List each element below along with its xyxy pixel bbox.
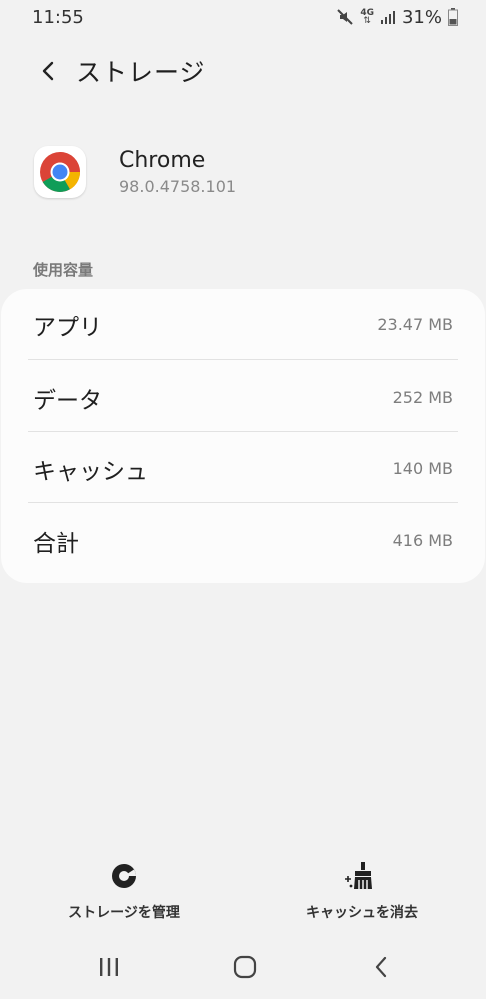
manage-storage-button[interactable]: ストレージを管理 <box>58 862 190 922</box>
row-value: 252 MB <box>392 388 453 407</box>
storage-row-app: アプリ 23.47 MB <box>28 289 458 360</box>
home-button[interactable] <box>225 950 265 984</box>
battery-percent: 31% <box>401 6 442 28</box>
home-icon <box>233 955 257 979</box>
status-icons: 4G ⇅ 31% <box>336 7 458 28</box>
manage-storage-label: ストレージを管理 <box>68 905 180 921</box>
app-bar: ストレージ <box>0 50 486 92</box>
status-time: 11:55 <box>32 6 84 28</box>
row-value: 140 MB <box>392 459 453 478</box>
storage-row-total: 合計 416 MB <box>28 505 458 576</box>
network-type-icon: 4G ⇅ <box>360 8 374 26</box>
status-bar: 11:55 4G ⇅ 31% <box>0 0 486 34</box>
app-version: 98.0.4758.101 <box>119 177 237 196</box>
bottom-actions: ストレージを管理 キャッシュを消去 <box>0 862 486 926</box>
section-label-usage: 使用容量 <box>33 261 94 279</box>
divider <box>28 359 458 360</box>
mute-icon <box>336 8 354 26</box>
broom-icon <box>345 862 372 889</box>
app-name: Chrome <box>119 148 206 173</box>
storage-row-data: データ 252 MB <box>28 362 458 433</box>
row-label: アプリ <box>33 314 102 341</box>
clear-cache-label: キャッシュを消去 <box>306 905 418 921</box>
app-info: Chrome 98.0.4758.101 <box>34 140 466 204</box>
row-value: 23.47 MB <box>377 315 453 334</box>
clear-cache-button[interactable]: キャッシュを消去 <box>292 862 432 922</box>
storage-card: アプリ 23.47 MB データ 252 MB キャッシュ 140 MB 合計 … <box>1 289 485 583</box>
row-label: 合計 <box>33 530 79 557</box>
row-label: データ <box>33 387 102 414</box>
page-title: ストレージ <box>76 58 206 87</box>
signal-icon <box>380 9 396 25</box>
navigation-bar <box>0 940 486 994</box>
divider <box>28 502 458 503</box>
battery-icon <box>448 8 458 26</box>
recent-apps-button[interactable] <box>89 950 129 984</box>
divider <box>28 431 458 432</box>
recent-apps-icon <box>100 958 118 976</box>
storage-row-cache: キャッシュ 140 MB <box>28 433 458 504</box>
chrome-icon <box>34 146 86 198</box>
back-button[interactable] <box>28 51 68 91</box>
back-nav-icon <box>375 956 387 978</box>
row-label: キャッシュ <box>33 458 148 485</box>
back-arrow-icon <box>42 61 54 81</box>
storage-chart-icon <box>112 864 136 888</box>
row-value: 416 MB <box>392 531 453 550</box>
back-nav-button[interactable] <box>361 950 401 984</box>
